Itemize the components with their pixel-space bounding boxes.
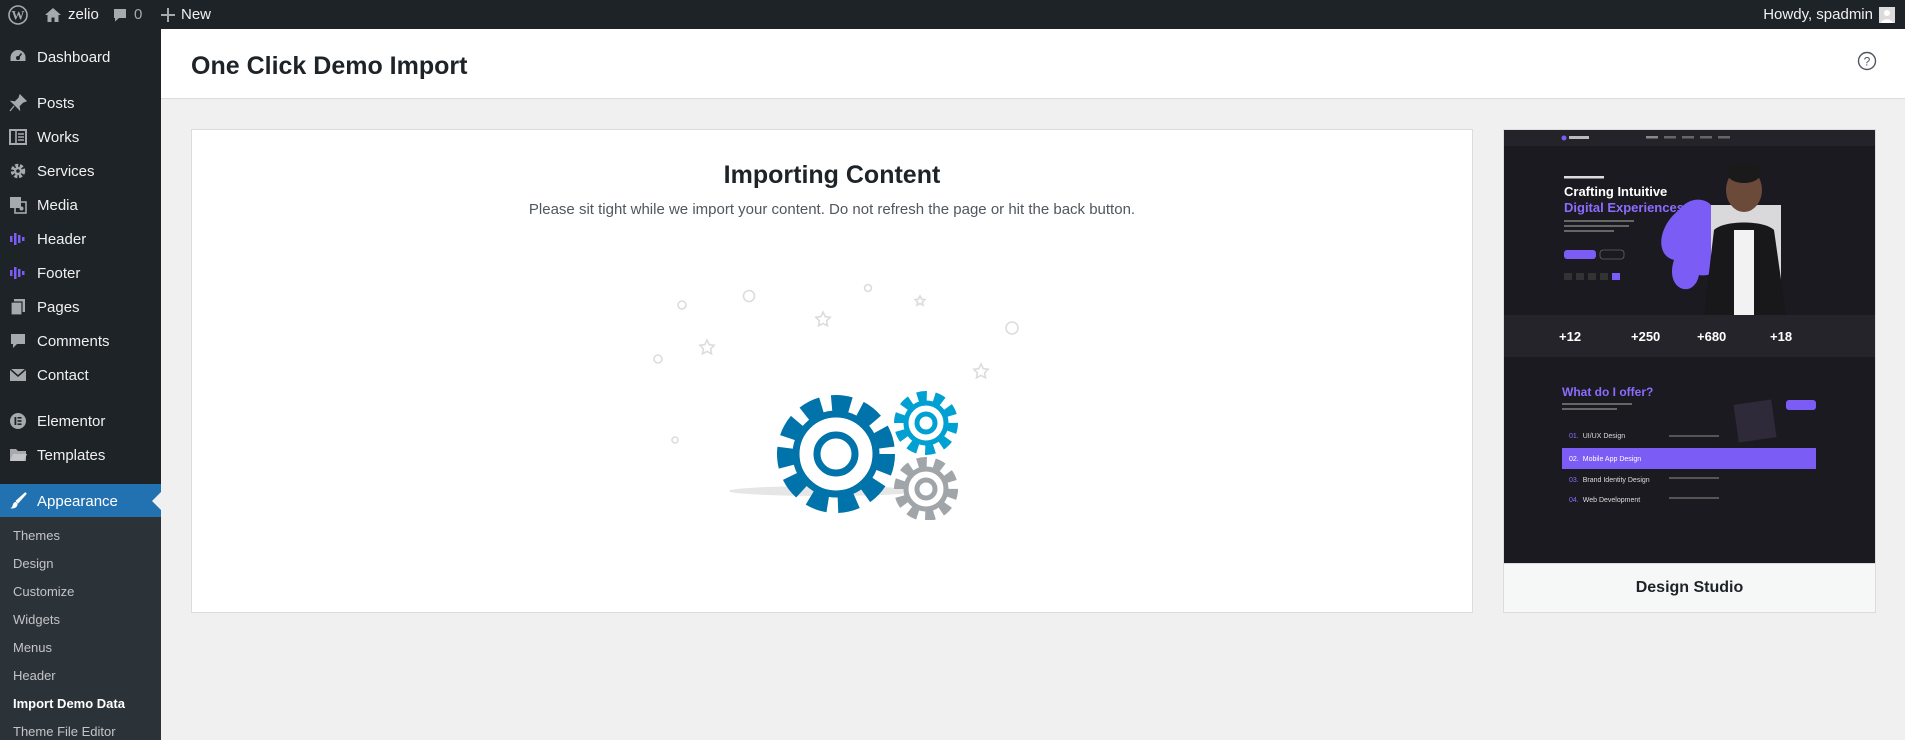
page-title: One Click Demo Import xyxy=(191,52,468,80)
submenu-item-menus[interactable]: Menus xyxy=(13,640,52,655)
preview-offer-item: 01. UI/UX Design xyxy=(1569,433,1625,440)
envelope-icon xyxy=(0,368,36,382)
elementor-icon xyxy=(0,412,36,430)
preview-hero-title-2: Digital Experiences xyxy=(1564,200,1684,215)
preview-stat: +18 xyxy=(1770,329,1792,344)
preview-stat: +12 xyxy=(1559,329,1581,344)
sidebar-item-dashboard[interactable]: Dashboard xyxy=(0,40,161,74)
media-icon xyxy=(0,196,36,214)
submenu-item-import-demo-data[interactable]: Import Demo Data xyxy=(13,696,125,711)
sidebar-item-footer[interactable]: Footer xyxy=(0,256,161,290)
appearance-submenu: Themes Design Customize Widgets Menus He… xyxy=(0,517,161,740)
comment-icon xyxy=(0,332,36,350)
sidebar-item-appearance[interactable]: Appearance xyxy=(0,484,161,518)
preview-offer-title: What do I offer? xyxy=(1562,385,1653,399)
comments-count: 0 xyxy=(134,6,143,23)
sidebar-item-label: Templates xyxy=(37,446,106,464)
folder-icon xyxy=(0,447,36,463)
submenu-item-widgets[interactable]: Widgets xyxy=(13,612,60,627)
submenu-item-theme-file-editor[interactable]: Theme File Editor xyxy=(13,724,116,739)
sidebar-item-label: Posts xyxy=(37,94,75,112)
preview-stat: +250 xyxy=(1631,329,1660,344)
submenu-item-header[interactable]: Header xyxy=(13,668,56,683)
dashboard-icon xyxy=(0,48,36,66)
sidebar-item-label: Contact xyxy=(37,366,89,384)
submenu-item-customize[interactable]: Customize xyxy=(13,584,74,599)
sidebar-item-label: Appearance xyxy=(37,492,118,510)
admin-sidebar: Dashboard Posts Works Services Media Hea… xyxy=(0,29,161,740)
preview-stat: +680 xyxy=(1697,329,1726,344)
sidebar-item-label: Services xyxy=(37,162,95,180)
pages-icon xyxy=(0,298,36,316)
account-menu[interactable]: Howdy, spadmin xyxy=(1763,0,1895,29)
sidebar-item-label: Dashboard xyxy=(37,48,111,66)
sidebar-item-media[interactable]: Media xyxy=(0,188,161,222)
help-icon[interactable]: ? xyxy=(1857,51,1877,71)
gears-illustration xyxy=(653,283,1019,520)
sidebar-item-label: Footer xyxy=(37,264,81,282)
waveform-icon xyxy=(0,266,36,280)
new-content-link[interactable]: New xyxy=(161,0,211,29)
sidebar-item-label: Pages xyxy=(37,298,80,316)
waveform-icon xyxy=(0,232,36,246)
import-heading: Importing Content xyxy=(723,161,941,189)
plus-icon xyxy=(161,7,175,22)
svg-text:W: W xyxy=(12,7,25,22)
gear-icon xyxy=(0,162,36,180)
sidebar-item-label: Media xyxy=(37,196,78,214)
sidebar-item-pages[interactable]: Pages xyxy=(0,290,161,324)
sidebar-item-comments[interactable]: Comments xyxy=(0,324,161,358)
comments-link[interactable]: 0 xyxy=(112,0,142,29)
portfolio-icon xyxy=(0,129,36,145)
home-icon xyxy=(45,7,61,22)
sidebar-item-label: Header xyxy=(37,230,87,248)
demo-preview-card[interactable]: Crafting Intuitive Digital Experiences +… xyxy=(1503,129,1876,613)
sidebar-item-label: Elementor xyxy=(37,412,106,430)
site-name-link[interactable]: zelio xyxy=(44,0,99,29)
wordpress-logo-icon[interactable]: W xyxy=(8,0,28,29)
sidebar-item-elementor[interactable]: Elementor xyxy=(0,404,161,438)
submenu-item-design[interactable]: Design xyxy=(13,556,53,571)
page-header: One Click Demo Import ? xyxy=(161,29,1905,99)
sidebar-item-label: Works xyxy=(37,128,80,146)
import-message: Please sit tight while we import your co… xyxy=(528,201,1136,218)
sidebar-item-services[interactable]: Services xyxy=(0,154,161,188)
import-progress-panel: Importing Content Please sit tight while… xyxy=(191,129,1473,613)
demo-screenshot: Crafting Intuitive Digital Experiences +… xyxy=(1504,130,1875,563)
paintbrush-icon xyxy=(0,492,36,510)
sidebar-item-header[interactable]: Header xyxy=(0,222,161,256)
new-label: New xyxy=(181,6,212,23)
pin-icon xyxy=(0,94,36,112)
submenu-item-themes[interactable]: Themes xyxy=(13,528,60,543)
avatar xyxy=(1879,6,1895,23)
sidebar-item-posts[interactable]: Posts xyxy=(0,86,161,120)
preview-hero-title-1: Crafting Intuitive xyxy=(1564,184,1667,199)
site-name: zelio xyxy=(68,6,99,23)
sidebar-item-label: Comments xyxy=(37,332,110,350)
sidebar-item-templates[interactable]: Templates xyxy=(0,438,161,472)
svg-text:?: ? xyxy=(1864,55,1871,69)
admin-bar: W zelio 0 New Howdy, spadmin xyxy=(0,0,1905,29)
howdy-greeting: Howdy, spadmin xyxy=(1763,6,1873,23)
demo-caption: Design Studio xyxy=(1504,563,1875,612)
comment-icon xyxy=(114,8,126,21)
sidebar-item-works[interactable]: Works xyxy=(0,120,161,154)
sidebar-item-contact[interactable]: Contact xyxy=(0,358,161,392)
